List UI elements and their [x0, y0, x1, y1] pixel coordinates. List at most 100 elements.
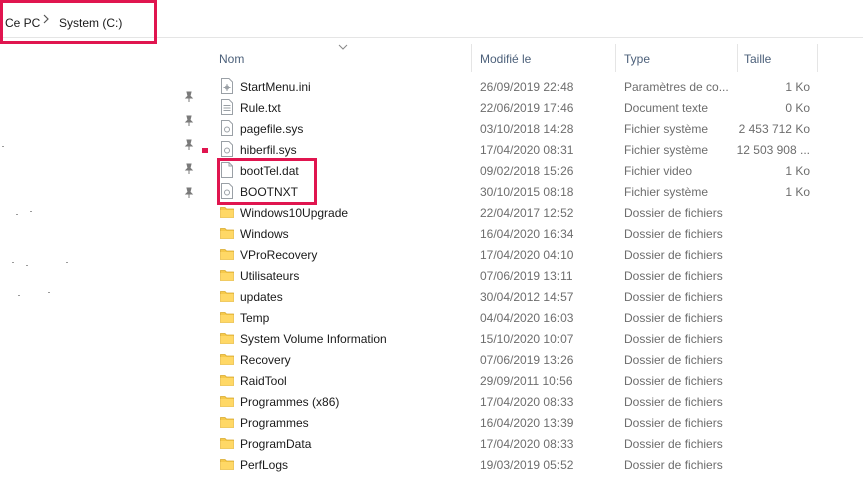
- column-divider[interactable]: [615, 44, 616, 72]
- file-name: PerfLogs: [240, 458, 289, 472]
- address-highlight-box: [0, 0, 157, 44]
- file-row[interactable]: StartMenu.ini 26/09/2019 22:48 Paramètres …: [212, 76, 863, 97]
- settings-file-icon: [220, 78, 234, 94]
- file-size: 12 503 908 ...: [736, 143, 810, 157]
- file-modified: 03/10/2018 14:28: [480, 122, 574, 136]
- file-name: Rule.txt: [240, 101, 281, 115]
- pin-icon[interactable]: [184, 91, 194, 103]
- file-name: Utilisateurs: [240, 269, 300, 283]
- file-size: 1 Ko: [785, 164, 810, 178]
- file-row[interactable]: Windows 16/04/2020 16:34 Dossier de fichie…: [212, 223, 863, 244]
- file-row[interactable]: RaidTool 29/09/2011 10:56 Dossier de fichi…: [212, 370, 863, 391]
- folder-icon: [220, 225, 234, 241]
- nav-pane-dot: [16, 214, 18, 215]
- nav-pane-dot: [2, 146, 4, 147]
- file-row[interactable]: PerfLogs 19/03/2019 05:52 Dossier de fichi…: [212, 454, 863, 475]
- file-type: Paramètres de co...: [624, 80, 729, 94]
- folder-icon: [220, 351, 234, 367]
- file-row[interactable]: System Volume Information 15/10/2020 10:0…: [212, 328, 863, 349]
- file-type: Fichier système: [624, 185, 709, 199]
- nav-pane-dot: [48, 292, 50, 293]
- sort-chevron-icon[interactable]: [338, 44, 348, 50]
- column-divider[interactable]: [817, 44, 818, 72]
- file-modified: 04/04/2020 16:03: [480, 311, 574, 325]
- file-row[interactable]: updates 30/04/2012 14:57 Dossier de fichie…: [212, 286, 863, 307]
- file-name: StartMenu.ini: [240, 80, 311, 94]
- folder-icon: [220, 435, 234, 451]
- file-name: ProgramData: [240, 437, 312, 451]
- file-type: Document texte: [624, 101, 709, 115]
- column-header-modified[interactable]: Modifié le: [480, 52, 531, 66]
- file-type: Dossier de fichiers: [624, 269, 723, 283]
- file-row[interactable]: Utilisateurs 07/06/2019 13:11 Dossier de f…: [212, 265, 863, 286]
- file-modified: 07/06/2019 13:26: [480, 353, 574, 367]
- file-name: Recovery: [240, 353, 291, 367]
- folder-icon: [220, 288, 234, 304]
- nav-pane-dot: [30, 211, 32, 212]
- file-name: pagefile.sys: [240, 122, 304, 136]
- file-modified: 07/06/2019 13:11: [480, 269, 573, 283]
- file-row[interactable]: Temp 04/04/2020 16:03 Dossier de fichiers: [212, 307, 863, 328]
- file-row[interactable]: Windows10Upgrade 22/04/2017 12:52 Dossier …: [212, 202, 863, 223]
- files-highlight-box: [217, 158, 317, 205]
- file-modified: 15/10/2020 10:07: [480, 332, 574, 346]
- file-row[interactable]: Rule.txt 22/06/2019 17:46 Document texte 0 …: [212, 97, 863, 118]
- file-row[interactable]: Programmes 16/04/2020 13:39 Dossier de fic…: [212, 412, 863, 433]
- folder-icon: [220, 330, 234, 346]
- file-modified: 29/09/2011 10:56: [480, 374, 573, 388]
- file-size: 1 Ko: [785, 185, 810, 199]
- file-name: Temp: [240, 311, 270, 325]
- system-file-icon: [220, 120, 234, 136]
- file-type: Dossier de fichiers: [624, 395, 723, 409]
- file-name: VProRecovery: [240, 248, 318, 262]
- file-type: Dossier de fichiers: [624, 374, 723, 388]
- file-row[interactable]: Recovery 07/06/2019 13:26 Dossier de fichi…: [212, 349, 863, 370]
- file-modified: 16/04/2020 16:34: [480, 227, 574, 241]
- file-type: Fichier système: [624, 122, 709, 136]
- pin-icon[interactable]: [184, 163, 194, 175]
- file-modified: 22/06/2019 17:46: [480, 101, 574, 115]
- column-header-row: Nom Modifié le Type Taille: [212, 44, 863, 72]
- file-type: Fichier video: [624, 164, 693, 178]
- folder-icon: [220, 267, 234, 283]
- nav-pane-dot: [26, 265, 28, 266]
- file-row[interactable]: ProgramData 17/04/2020 08:33 Dossier de fi…: [212, 433, 863, 454]
- folder-icon: [220, 456, 234, 472]
- file-size: 0 Ko: [785, 101, 810, 115]
- file-modified: 17/04/2020 08:31: [480, 143, 574, 157]
- file-row[interactable]: pagefile.sys 03/10/2018 14:28 Fichier syst…: [212, 118, 863, 139]
- file-name: Windows10Upgrade: [240, 206, 349, 220]
- file-name: hiberfil.sys: [240, 143, 297, 157]
- system-file-icon: [220, 141, 234, 157]
- file-type: Dossier de fichiers: [624, 416, 723, 430]
- file-type: Dossier de fichiers: [624, 290, 723, 304]
- file-row[interactable]: hiberfil.sys 17/04/2020 08:31 Fichier syst…: [212, 139, 863, 160]
- file-type: Dossier de fichiers: [624, 248, 723, 262]
- file-modified: 30/04/2012 14:57: [480, 290, 574, 304]
- file-type: Dossier de fichiers: [624, 353, 723, 367]
- file-type: Dossier de fichiers: [624, 311, 723, 325]
- file-row[interactable]: Programmes (x86) 17/04/2020 08:33 Dossier …: [212, 391, 863, 412]
- folder-icon: [220, 372, 234, 388]
- file-type: Dossier de fichiers: [624, 227, 723, 241]
- folder-icon: [220, 204, 234, 220]
- column-header-type[interactable]: Type: [624, 52, 650, 66]
- folder-icon: [220, 246, 234, 262]
- file-modified: 30/10/2015 08:18: [480, 185, 574, 199]
- folder-icon: [220, 309, 234, 325]
- column-divider[interactable]: [471, 44, 472, 72]
- file-modified: 19/03/2019 05:52: [480, 458, 574, 472]
- column-header-size[interactable]: Taille: [744, 52, 771, 66]
- file-row[interactable]: VProRecovery 17/04/2020 04:10 Dossier de f…: [212, 244, 863, 265]
- file-modified: 17/04/2020 04:10: [480, 248, 574, 262]
- file-size: 2 453 712 Ko: [738, 122, 810, 136]
- folder-icon: [220, 393, 234, 409]
- pin-icon[interactable]: [184, 115, 194, 127]
- file-type: Dossier de fichiers: [624, 332, 723, 346]
- pin-icon[interactable]: [184, 139, 194, 151]
- file-name: Windows: [240, 227, 289, 241]
- column-divider[interactable]: [737, 44, 738, 72]
- file-modified: 26/09/2019 22:48: [480, 80, 574, 94]
- pin-icon[interactable]: [184, 187, 194, 199]
- column-header-name[interactable]: Nom: [219, 52, 244, 66]
